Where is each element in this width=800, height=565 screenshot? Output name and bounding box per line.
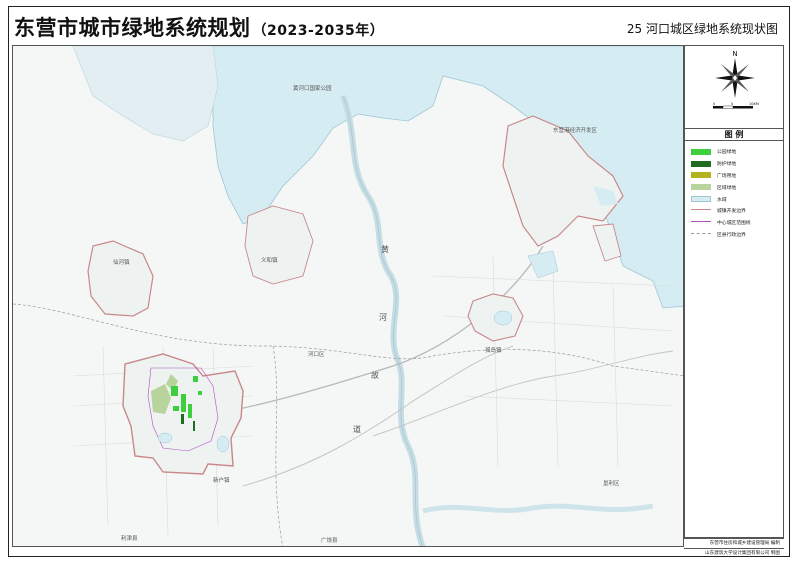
page-title: 东营市城市绿地系统规划 （2023-2035年） [14,12,384,42]
legend-panel: N 0 5 10KM 图 例 公园绿地 防护绿地 广场用地 区域绿地 水域 城镇… [684,45,784,538]
park-swatch [691,148,711,155]
label-lijin: 利津县 [121,536,138,542]
legend-item-dev-boundary: 城镇开发边界 [691,205,751,217]
legend-item-central-line: 中心城区范围线 [691,217,751,229]
park-1 [171,386,178,396]
map-graphic [13,46,683,546]
legend-items: 公园绿地 防护绿地 广场用地 区域绿地 水域 城镇开发边界 中心城区范围线 区县… [691,146,751,240]
scale-10km: 10KM [749,102,759,106]
legend-label: 防护绿地 [717,162,737,168]
park-5 [193,376,198,382]
label-river-4: 道 [353,425,361,434]
park-3 [173,406,179,411]
legend-label: 公园绿地 [717,150,737,156]
label-river-3: 故 [371,371,379,380]
park-2 [181,394,186,412]
label-kenli: 垦利区 [603,481,620,487]
protection-green-2 [193,421,195,431]
legend-label: 中心城区范围线 [717,221,751,227]
north-town-boundary [244,205,314,285]
legend-item-square: 广场用地 [691,170,751,182]
map-canvas[interactable]: 黄河口国家公园 孤岛镇 黄 河 故 道 东营港经济开发区 垦利区 利津县 广饶县… [12,45,684,547]
lake-1 [157,432,173,444]
protection-swatch [691,160,711,167]
protection-green-1 [181,414,184,424]
scale-0: 0 [713,102,715,106]
gudao-lake [493,310,513,326]
map-name: 25 河口城区绿地系统现状图 [626,22,778,36]
label-guangrao: 广饶县 [321,538,338,544]
label-xinhu: 新户镇 [213,478,230,484]
credits-block: 东营市住房和城乡建设管理局 编制 山东建筑大学设计集团有限公司 制图 [684,538,784,558]
central-line-swatch [691,221,711,224]
dev-boundary-swatch [691,209,711,212]
credit-designed: 山东建筑大学设计集团有限公司 制图 [684,548,784,558]
label-yihe: 义和镇 [261,258,278,264]
north-arrow-icon: N 0 5 10KM [713,50,759,109]
regional-swatch [691,184,711,191]
label-river-1: 黄 [381,245,389,254]
legend-label: 城镇开发边界 [717,209,746,215]
admin-boundary-swatch [691,232,711,236]
park-6 [198,391,202,395]
label-hekou: 河口区 [308,352,325,358]
legend-title: 图 例 [685,128,783,141]
label-national-park: 黄河口国家公园 [293,86,332,92]
square-swatch [691,172,711,179]
scale-5: 5 [731,102,733,106]
park-4 [188,404,192,418]
legend-label: 区县行政边界 [717,232,746,238]
lake-2 [216,435,230,453]
legend-item-water: 水域 [691,193,751,205]
credit-compiled: 东营市住房和城乡建设管理局 编制 [684,538,784,548]
label-port-zone: 东营港经济开发区 [553,128,598,134]
legend-item-protection: 防护绿地 [691,158,751,170]
legend-label: 区域绿地 [717,185,737,191]
legend-item-admin-boundary: 区县行政边界 [691,229,751,241]
label-xianhe: 仙河镇 [113,260,130,266]
label-river-2: 河 [379,313,387,322]
legend-label: 水域 [717,197,727,203]
label-gudao: 孤岛镇 [485,348,502,354]
legend-item-regional: 区域绿地 [691,181,751,193]
legend-label: 广场用地 [717,173,737,179]
water-swatch [691,196,711,203]
title-years: （2023-2035年） [252,23,385,39]
title-main: 东营市城市绿地系统规划 [14,16,251,40]
legend-item-park: 公园绿地 [691,146,751,158]
compass-north: N [732,50,737,58]
